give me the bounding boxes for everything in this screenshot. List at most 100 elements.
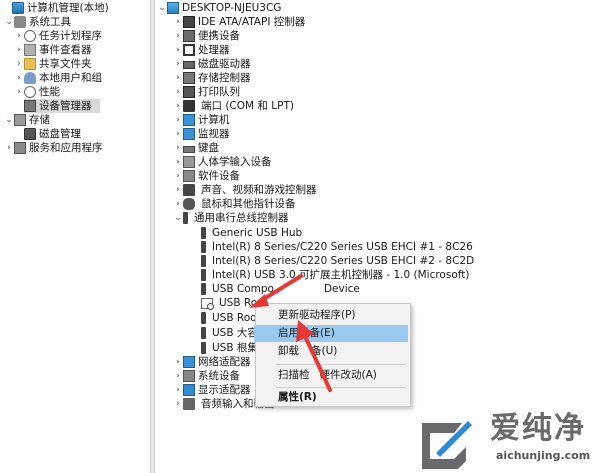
folder-icon bbox=[24, 58, 36, 70]
device-intel-usb30[interactable]: Intel(R) USB 3.0 可扩 展主机控制器 - 1.0 (Microso… bbox=[201, 268, 469, 282]
tree-item-event-viewer[interactable]: › 事件查看器 bbox=[14, 43, 92, 57]
chevron-right-icon[interactable]: › bbox=[173, 169, 183, 183]
menu-uninstall-device[interactable]: 卸载 备(U) bbox=[256, 343, 410, 360]
usb-icon bbox=[201, 327, 206, 339]
speaker-icon bbox=[183, 184, 195, 196]
category-monitors[interactable]: › 监视器 bbox=[173, 127, 230, 141]
chevron-right-icon[interactable]: › bbox=[14, 57, 24, 71]
console-tree-pane: 计算机管理(本地) ⌄ 系统工具 › 任务计划程序 › 事件查看器 › 共享文件… bbox=[0, 0, 150, 473]
chevron-right-icon[interactable]: › bbox=[173, 127, 183, 141]
category-ide[interactable]: › IDE ATA/ATAPI 控制器 bbox=[173, 15, 305, 29]
category-ports[interactable]: › 端口 (COM 和 LPT) bbox=[173, 99, 294, 113]
ide-controller-icon bbox=[183, 16, 195, 28]
chevron-right-icon[interactable]: › bbox=[14, 85, 24, 99]
usb-icon bbox=[201, 255, 206, 267]
tree-item-performance[interactable]: › 性能 bbox=[14, 85, 60, 99]
menu-scan-hardware[interactable]: 扫描检 硬件改动(A) bbox=[256, 367, 410, 384]
device-usb-mass-storage[interactable]: USB 大容 bbox=[201, 326, 258, 340]
category-print-queues[interactable]: › 打印队列 bbox=[173, 85, 240, 99]
tree-item-computer-management[interactable]: 计算机管理(本地) bbox=[2, 1, 109, 15]
category-sound-video[interactable]: › 声音、视频和游戏控制器 bbox=[173, 183, 317, 197]
chevron-right-icon[interactable]: › bbox=[173, 197, 183, 211]
chevron-right-icon[interactable]: › bbox=[173, 29, 183, 43]
chevron-down-icon[interactable]: ⌄ bbox=[173, 211, 183, 225]
category-portable-devices[interactable]: › 便携设备 bbox=[173, 29, 240, 43]
category-mice[interactable]: › 鼠标和其他指针设备 bbox=[173, 197, 296, 211]
event-log-icon bbox=[24, 44, 36, 56]
tree-item-services-apps[interactable]: › 服务和应用程序 bbox=[4, 141, 103, 155]
performance-icon bbox=[24, 86, 36, 98]
tree-item-device-manager[interactable]: 设备管理器 bbox=[24, 99, 100, 113]
chevron-down-icon[interactable]: ⌄ bbox=[157, 1, 167, 15]
usb-disabled-icon bbox=[201, 297, 214, 310]
chevron-right-icon[interactable]: › bbox=[173, 57, 183, 71]
chevron-right-icon[interactable]: › bbox=[173, 71, 183, 85]
device-intel-ehci-1[interactable]: Intel(R) 8 Series/C220 Series USB EHCI #… bbox=[201, 240, 473, 254]
chevron-right-icon[interactable]: › bbox=[4, 141, 14, 155]
device-manager-icon bbox=[24, 100, 36, 112]
watermark-logo-icon bbox=[422, 421, 472, 469]
tree-item-system-tools[interactable]: ⌄ 系统工具 bbox=[4, 15, 71, 29]
audio-io-icon bbox=[183, 398, 195, 410]
category-computer[interactable]: › 计算机 bbox=[173, 113, 230, 127]
chevron-down-icon[interactable]: ⌄ bbox=[4, 113, 14, 127]
category-storage-controllers[interactable]: › 存储控制器 bbox=[173, 71, 251, 85]
disk-icon bbox=[24, 128, 36, 140]
tree-item-shared-folders[interactable]: › 共享文件夹 bbox=[14, 57, 92, 71]
chevron-right-icon[interactable]: › bbox=[173, 369, 183, 383]
menu-update-driver[interactable]: 更新驱动程序(P) bbox=[256, 307, 410, 324]
category-usb-controllers[interactable]: ⌄ 通用串行总线控制器 bbox=[173, 211, 289, 225]
usb-icon bbox=[201, 312, 206, 324]
chevron-right-icon[interactable]: › bbox=[173, 85, 183, 99]
category-hid[interactable]: › 人体学输入设备 bbox=[173, 155, 272, 169]
chevron-down-icon[interactable]: ⌄ bbox=[4, 15, 14, 29]
tree-item-disk-management[interactable]: 磁盘管理 bbox=[24, 127, 81, 141]
chevron-right-icon[interactable]: › bbox=[173, 355, 183, 369]
context-menu: 更新驱动程序(P) 启用设备(E) 卸载 备(U) 扫描检 硬件改动(A) 属性(R… bbox=[254, 303, 411, 407]
category-disk-drives[interactable]: › 磁盘驱动器 bbox=[173, 57, 250, 71]
category-network-adapters[interactable]: › 网络适配器 bbox=[173, 355, 251, 369]
chevron-right-icon[interactable]: › bbox=[14, 29, 24, 43]
tree-item-storage[interactable]: ⌄ 存储 bbox=[4, 113, 50, 127]
chevron-right-icon[interactable]: › bbox=[14, 43, 24, 57]
monitor-icon bbox=[183, 128, 195, 140]
chevron-right-icon[interactable]: › bbox=[173, 383, 183, 397]
tree-item-local-users[interactable]: › 本地用户和组 bbox=[14, 71, 102, 85]
system-device-icon bbox=[183, 370, 195, 382]
category-processors[interactable]: › 处理器 bbox=[173, 43, 230, 57]
blank-icon bbox=[2, 1, 12, 15]
storage-icon bbox=[14, 114, 26, 126]
category-display-adapters[interactable]: › 显示适配器 bbox=[173, 383, 251, 397]
chevron-right-icon[interactable]: › bbox=[173, 155, 183, 169]
chevron-right-icon[interactable]: › bbox=[173, 397, 183, 411]
menu-properties[interactable]: 属性(R) bbox=[256, 389, 410, 406]
disk-drive-icon bbox=[183, 61, 195, 69]
menu-enable-device[interactable]: 启用设备(E) bbox=[254, 325, 408, 342]
chevron-right-icon[interactable]: › bbox=[173, 113, 183, 127]
device-tree-root[interactable]: ⌄ DESKTOP-NJEU3CG bbox=[157, 1, 281, 15]
chevron-right-icon[interactable]: › bbox=[173, 183, 183, 197]
computer-icon bbox=[183, 114, 195, 126]
chevron-right-icon[interactable]: › bbox=[14, 71, 24, 85]
usb-icon bbox=[201, 227, 206, 239]
category-system-devices[interactable]: › 系统设备 bbox=[173, 369, 240, 383]
computer-icon bbox=[12, 2, 24, 14]
category-software-devices[interactable]: › 软件设备 bbox=[173, 169, 240, 183]
clock-icon bbox=[24, 30, 36, 42]
device-usb-root-hub[interactable]: USB Roo bbox=[201, 311, 257, 325]
device-intel-ehci-2[interactable]: Intel(R) 8 Series/C220 Series USB EHCI #… bbox=[201, 254, 474, 268]
device-usb-root-hub-30[interactable]: USB 根集 bbox=[201, 341, 258, 355]
chevron-right-icon[interactable]: › bbox=[173, 43, 183, 57]
chevron-right-icon[interactable]: › bbox=[173, 99, 183, 113]
chevron-right-icon[interactable]: › bbox=[173, 15, 183, 29]
device-usb-composite[interactable]: USB Compo Device bbox=[201, 282, 360, 296]
category-keyboards[interactable]: › 键盘 bbox=[173, 141, 219, 155]
watermark: 爱纯净 aichunjing.com bbox=[412, 405, 611, 473]
chevron-right-icon[interactable]: › bbox=[173, 141, 183, 155]
tree-item-task-scheduler[interactable]: › 任务计划程序 bbox=[14, 29, 102, 43]
software-device-icon bbox=[183, 170, 195, 182]
device-generic-usb-hub[interactable]: Generic USB Hub bbox=[201, 226, 302, 240]
usb-icon bbox=[183, 212, 188, 224]
display-adapter-icon bbox=[183, 384, 195, 396]
storage-controller-icon bbox=[183, 72, 195, 84]
